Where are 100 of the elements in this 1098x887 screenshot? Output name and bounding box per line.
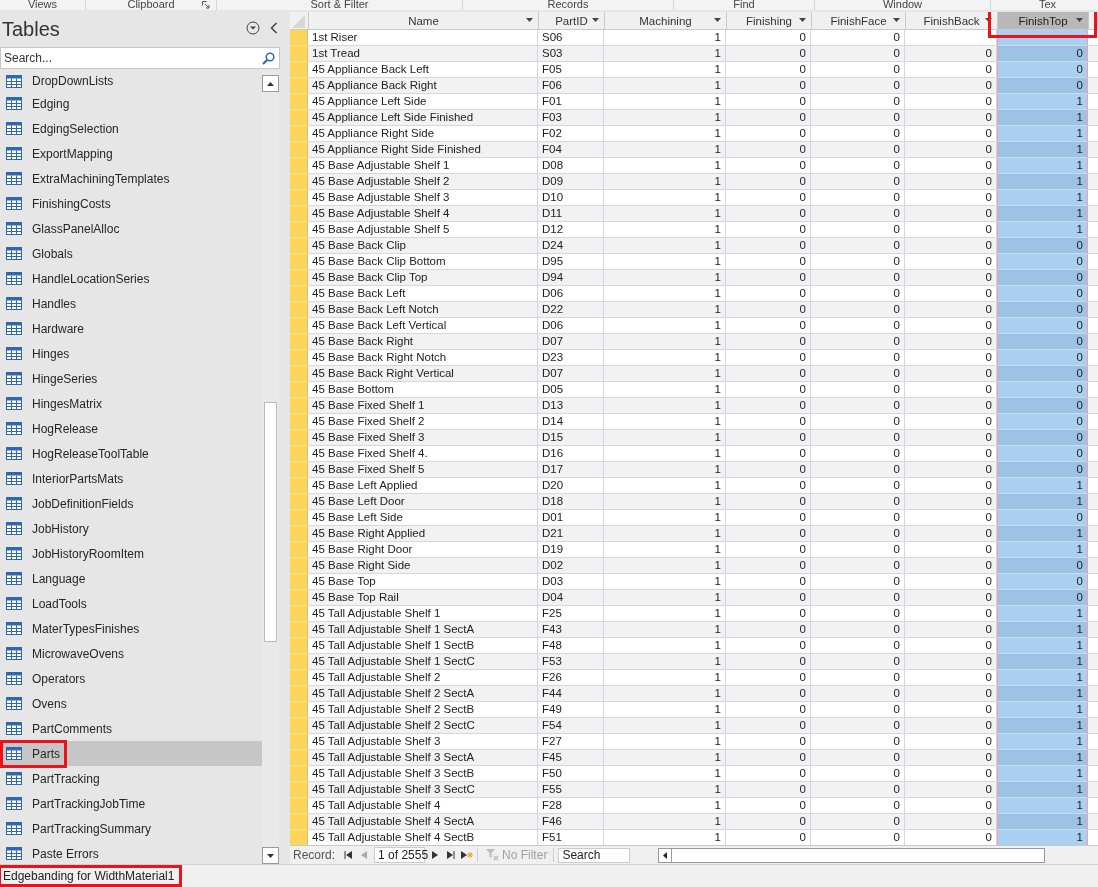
table-list-item[interactable]: Hardware <box>0 316 262 341</box>
record-selector[interactable] <box>290 558 308 574</box>
table-list-item[interactable]: Parts <box>0 741 262 766</box>
record-selector[interactable] <box>290 270 308 286</box>
scroll-up-button[interactable] <box>262 75 279 92</box>
record-selector[interactable] <box>290 190 308 206</box>
table-list-item[interactable]: PartTrackingSummary <box>0 816 262 841</box>
table-list-item[interactable]: Ovens <box>0 691 262 716</box>
table-list-item[interactable]: MicrowaveOvens <box>0 641 262 666</box>
table-list-item[interactable]: HingeSeries <box>0 366 262 391</box>
record-selector[interactable] <box>290 254 308 270</box>
record-selector[interactable] <box>290 814 308 830</box>
record-selector[interactable] <box>290 462 308 478</box>
table-list-item[interactable]: PartComments <box>0 716 262 741</box>
record-selector[interactable] <box>290 654 308 670</box>
table-list-item[interactable]: InteriorPartsMats <box>0 466 262 491</box>
record-selector[interactable] <box>290 606 308 622</box>
record-selector[interactable] <box>290 398 308 414</box>
dropdown-arrow-icon[interactable] <box>893 18 900 22</box>
table-list-item[interactable]: ExtraMachiningTemplates <box>0 166 262 191</box>
record-position-field[interactable]: 1 of 2555 <box>374 847 426 863</box>
record-selector[interactable] <box>290 430 308 446</box>
record-selector[interactable] <box>290 302 308 318</box>
table-list-item[interactable]: Language <box>0 566 262 591</box>
dropdown-circle-icon[interactable] <box>246 21 260 35</box>
dialog-launcher-icon[interactable] <box>202 1 210 9</box>
record-selector[interactable] <box>290 478 308 494</box>
record-selector[interactable] <box>290 94 308 110</box>
record-selector[interactable] <box>290 206 308 222</box>
record-selector[interactable] <box>290 750 308 766</box>
collapse-chevron-icon[interactable] <box>270 22 278 34</box>
table-list-item[interactable]: HogReleaseToolTable <box>0 441 262 466</box>
dropdown-arrow-icon[interactable] <box>714 18 721 22</box>
search-field[interactable]: Search... <box>0 47 280 69</box>
table-list-item[interactable]: Globals <box>0 241 262 266</box>
record-selector[interactable] <box>290 446 308 462</box>
horizontal-scrollbar[interactable] <box>658 847 1046 863</box>
table-list-item[interactable]: JobDefinitionFields <box>0 491 262 516</box>
scroll-thumb[interactable] <box>264 402 277 642</box>
record-selector[interactable] <box>290 782 308 798</box>
dropdown-arrow-icon[interactable] <box>526 18 533 22</box>
table-list-item[interactable]: DropDownLists <box>0 71 262 91</box>
dropdown-arrow-icon[interactable] <box>799 18 806 22</box>
dropdown-arrow-icon[interactable] <box>1076 18 1083 22</box>
table-list-item[interactable]: HandleLocationSeries <box>0 266 262 291</box>
record-selector[interactable] <box>290 30 308 46</box>
record-selector[interactable] <box>290 798 308 814</box>
table-list-item[interactable]: Hinges <box>0 341 262 366</box>
record-selector[interactable] <box>290 622 308 638</box>
new-record-button[interactable] <box>461 848 474 862</box>
table-list-item[interactable]: PartTrackingJobTime <box>0 791 262 816</box>
table-list-item[interactable]: Edging <box>0 91 262 116</box>
record-selector[interactable] <box>290 414 308 430</box>
record-selector[interactable] <box>290 174 308 190</box>
table-list-item[interactable]: HogRelease <box>0 416 262 441</box>
record-selector[interactable] <box>290 526 308 542</box>
table-list-item[interactable]: Paste Errors <box>0 841 262 864</box>
record-selector[interactable] <box>290 350 308 366</box>
record-selector[interactable] <box>290 158 308 174</box>
last-record-button[interactable] <box>445 848 458 862</box>
record-selector[interactable] <box>290 702 308 718</box>
search-field[interactable]: Search <box>558 847 631 863</box>
record-selector[interactable] <box>290 638 308 654</box>
table-list-item[interactable]: Handles <box>0 291 262 316</box>
table-list-item[interactable]: JobHistory <box>0 516 262 541</box>
record-selector[interactable] <box>290 286 308 302</box>
record-selector[interactable] <box>290 718 308 734</box>
record-selector[interactable] <box>290 766 308 782</box>
record-selector[interactable] <box>290 46 308 62</box>
table-list-item[interactable]: EdgingSelection <box>0 116 262 141</box>
search-input[interactable]: Search... <box>4 51 262 65</box>
record-selector[interactable] <box>290 494 308 510</box>
table-list-item[interactable]: MaterTypesFinishes <box>0 616 262 641</box>
record-selector[interactable] <box>290 238 308 254</box>
scroll-down-button[interactable] <box>262 847 279 864</box>
table-list-item[interactable]: LoadTools <box>0 591 262 616</box>
record-selector[interactable] <box>290 222 308 238</box>
column-header[interactable]: FinishTop <box>998 12 1089 29</box>
table-list-item[interactable]: Operators <box>0 666 262 691</box>
record-selector[interactable] <box>290 110 308 126</box>
record-selector[interactable] <box>290 78 308 94</box>
record-selector[interactable] <box>290 542 308 558</box>
dropdown-arrow-icon[interactable] <box>592 18 599 22</box>
record-selector[interactable] <box>290 334 308 350</box>
table-list-item[interactable]: ExportMapping <box>0 141 262 166</box>
record-selector[interactable] <box>290 574 308 590</box>
record-selector[interactable] <box>290 62 308 78</box>
table-list-item[interactable]: JobHistoryRoomItem <box>0 541 262 566</box>
record-selector[interactable] <box>290 382 308 398</box>
first-record-button[interactable] <box>342 848 355 862</box>
record-selector[interactable] <box>290 670 308 686</box>
record-selector[interactable] <box>290 126 308 142</box>
table-list-item[interactable]: PartTracking <box>0 766 262 791</box>
table-list-item[interactable]: FinishingCosts <box>0 191 262 216</box>
record-selector[interactable] <box>290 686 308 702</box>
record-selector[interactable] <box>290 510 308 526</box>
record-selector[interactable] <box>290 366 308 382</box>
record-selector[interactable] <box>290 318 308 334</box>
dropdown-arrow-icon[interactable] <box>985 18 992 22</box>
table-list-item[interactable]: GlassPanelAlloc <box>0 216 262 241</box>
